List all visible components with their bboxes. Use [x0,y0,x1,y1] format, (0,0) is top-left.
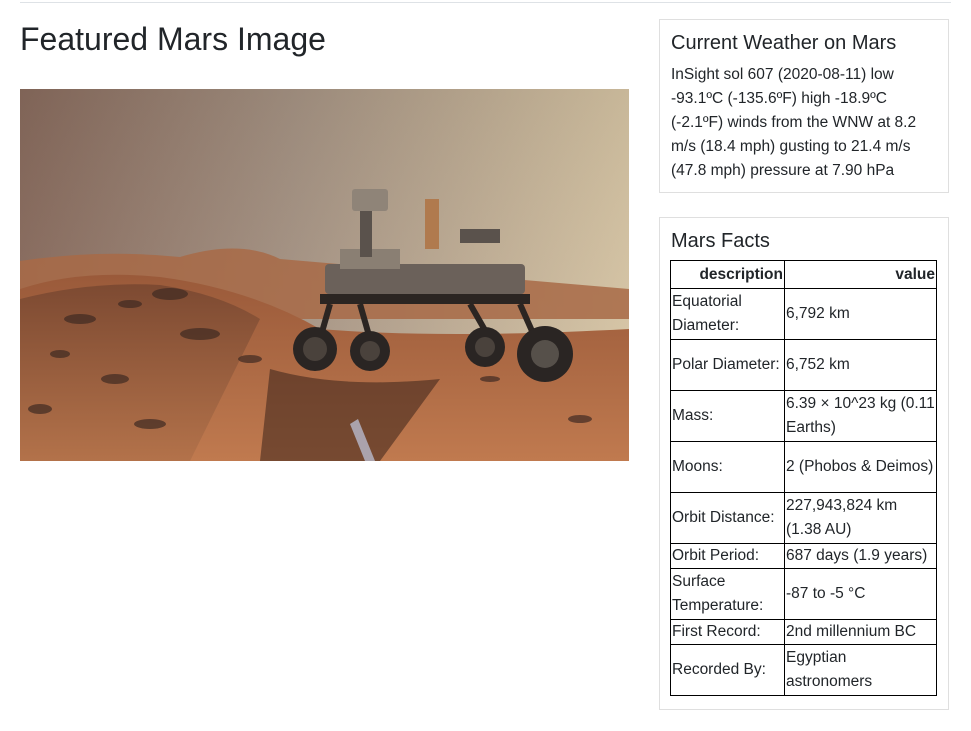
weather-report: InSight sol 607 (2020-08-11) low -93.1ºC… [671,66,917,179]
fact-value: 6,752 km [784,339,937,391]
fact-description: Equatorial Diameter: [670,288,785,340]
table-row: Polar Diameter: 6,752 km [670,339,937,391]
featured-image-title: Featured Mars Image [20,21,326,57]
table-row: Recorded By: Egyptian astronomers [670,644,937,696]
fact-description: Mass: [670,390,785,442]
fact-description: Polar Diameter: [670,339,785,391]
mars-facts-card: Mars Facts description value Equatorial … [659,217,949,710]
fact-description: Moons: [670,441,785,493]
weather-title: Current Weather on Mars [671,32,897,54]
weather-card: Current Weather on Mars InSight sol 607 … [659,19,949,193]
table-row: Mass: 6.39 × 10^23 kg (0.11 Earths) [670,390,937,442]
fact-description: First Record: [670,619,785,645]
mars-facts-table: description value Equatorial Diameter: 6… [670,260,937,696]
fact-value: 6,792 km [784,288,937,340]
featured-mars-image [20,89,629,461]
fact-value: 687 days (1.9 years) [784,543,937,569]
fact-value: Egyptian astronomers [784,644,937,696]
table-row: Equatorial Diameter: 6,792 km [670,288,937,340]
table-row: Orbit Distance: 227,943,824 km (1.38 AU) [670,492,937,544]
fact-value: 2 (Phobos & Deimos) [784,441,937,493]
mars-rover-illustration [20,89,629,461]
table-header-row: description value [670,260,937,289]
fact-value: -87 to -5 °C [784,568,937,620]
fact-value: 2nd millennium BC [784,619,937,645]
header-value: value [784,260,937,289]
table-row: Moons: 2 (Phobos & Deimos) [670,441,937,493]
table-row: Surface Temperature: -87 to -5 °C [670,568,937,620]
table-row: Orbit Period: 687 days (1.9 years) [670,543,937,569]
mars-facts-title: Mars Facts [671,230,770,252]
fact-value: 6.39 × 10^23 kg (0.11 Earths) [784,390,937,442]
fact-value: 227,943,824 km (1.38 AU) [784,492,937,544]
fact-description: Recorded By: [670,644,785,696]
fact-description: Orbit Distance: [670,492,785,544]
fact-description: Orbit Period: [670,543,785,569]
header-description: description [670,260,785,289]
fact-description: Surface Temperature: [670,568,785,620]
table-row: First Record: 2nd millennium BC [670,619,937,645]
top-divider [20,2,951,3]
